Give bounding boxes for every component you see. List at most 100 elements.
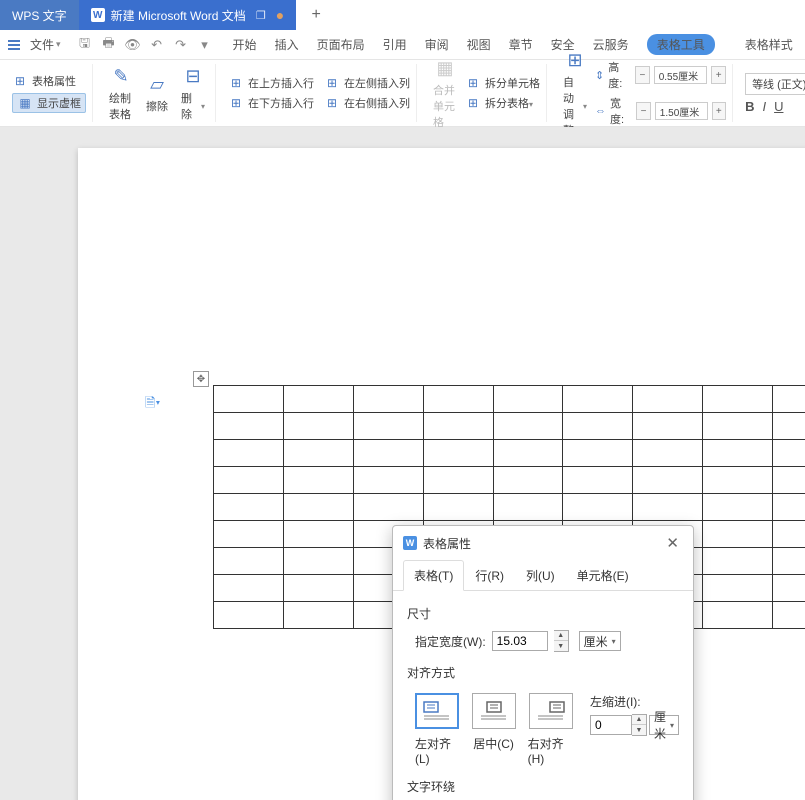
align-left-option[interactable]: 左对齐(L) — [415, 693, 460, 766]
dialog-title-bar[interactable]: W 表格属性 ✕ — [393, 526, 693, 560]
merge-cells-button[interactable]: ▦合并单元格 — [429, 54, 461, 132]
draw-table-button[interactable]: ✎绘制表格 — [105, 62, 137, 124]
table-move-handle[interactable]: ✥ — [193, 371, 209, 387]
insert-col-left-button[interactable]: ⊞在左侧插入列 — [324, 75, 410, 91]
ribbon: ⊞表格属性 ▦显示虚框 ✎绘制表格 ▱擦除 ⊟删除 ⊞在上方插入行 ⊞在左侧插入… — [0, 60, 805, 127]
align-center-icon[interactable] — [472, 693, 516, 729]
menu-insert[interactable]: 插入 — [275, 36, 299, 53]
document-tab-label: 新建 Microsoft Word 文档 — [111, 7, 246, 24]
outline-tag[interactable]: 🗎▾ — [145, 394, 160, 416]
height-value[interactable]: 0.55厘米 — [654, 66, 708, 84]
tab-row[interactable]: 行(R) — [464, 560, 515, 590]
menu-page-layout[interactable]: 页面布局 — [317, 36, 365, 53]
print-icon[interactable]: 🖶 — [101, 37, 117, 53]
redo-icon[interactable]: ↷ — [173, 37, 189, 53]
insert-above-icon: ⊞ — [228, 75, 244, 91]
spin-up-icon[interactable]: ▲ — [554, 631, 568, 641]
show-gridlines-button[interactable]: ▦显示虚框 — [12, 93, 86, 113]
col-width-control: ⇔ 宽度: − 1.50厘米 + — [595, 95, 726, 127]
tab-cell[interactable]: 单元格(E) — [566, 560, 640, 590]
split-table-icon: ⊞ — [465, 95, 481, 111]
split-table-button[interactable]: ⊞拆分表格 — [465, 95, 540, 111]
file-menu[interactable]: 文件 — [26, 34, 65, 55]
spec-width-spinner[interactable]: ▲▼ — [554, 630, 569, 652]
insert-right-icon: ⊞ — [324, 95, 340, 111]
insert-row-below-button[interactable]: ⊞在下方插入行 — [228, 95, 314, 111]
split-cells-button[interactable]: ⊞拆分单元格 — [465, 75, 540, 91]
dialog-body: 尺寸 指定宽度(W): ▲▼ 厘米 对齐方式 左对齐(L) — [393, 591, 693, 800]
undo-icon[interactable]: ↶ — [149, 37, 165, 53]
spec-width-input[interactable] — [492, 631, 548, 651]
spin-up-icon[interactable]: ▲ — [632, 715, 646, 725]
font-selector[interactable]: 等线 (正文) — [745, 73, 805, 95]
table-properties-button[interactable]: ⊞表格属性 — [12, 73, 86, 89]
insert-left-icon: ⊞ — [324, 75, 340, 91]
delete-button[interactable]: ⊟删除 — [177, 62, 209, 124]
align-right-option[interactable]: 右对齐(H) — [528, 693, 574, 766]
italic-button[interactable]: I — [762, 99, 766, 114]
document-tab[interactable]: W 新建 Microsoft Word 文档 ❐ ● — [79, 0, 296, 30]
unsaved-dot-icon: ● — [276, 7, 284, 23]
auto-fit-button[interactable]: ⊞自动调整 — [559, 46, 591, 140]
menu-start[interactable]: 开始 — [233, 36, 257, 53]
width-unit-combo[interactable]: 厘米 — [579, 631, 621, 651]
main-menus: 开始 插入 页面布局 引用 审阅 视图 章节 安全 云服务 表格工具 表格样式 — [233, 34, 793, 55]
height-icon: ⇕ — [595, 69, 604, 82]
indent-spinner[interactable]: ▲▼ — [632, 714, 647, 736]
spec-width-row: 指定宽度(W): ▲▼ 厘米 — [415, 630, 679, 652]
ribbon-group-insert: ⊞在上方插入行 ⊞在左侧插入列 ⊞在下方插入行 ⊞在右侧插入列 — [222, 64, 417, 122]
eraser-button[interactable]: ▱擦除 — [141, 70, 173, 116]
width-plus[interactable]: + — [712, 102, 726, 120]
indent-block: 左缩进(I): ▲▼ 厘米 — [590, 693, 679, 736]
quick-access-toolbar: 🖫 🖶 👁 ↶ ↷ ▾ — [77, 37, 213, 53]
new-tab-button[interactable]: + — [296, 0, 336, 30]
menu-section[interactable]: 章节 — [509, 36, 533, 53]
insert-row-above-button[interactable]: ⊞在上方插入行 — [228, 75, 314, 91]
hamburger-icon[interactable] — [6, 38, 22, 52]
width-minus[interactable]: − — [636, 102, 650, 120]
close-icon[interactable]: ✕ — [662, 534, 683, 552]
menu-review[interactable]: 审阅 — [425, 36, 449, 53]
menu-table-tools[interactable]: 表格工具 — [647, 34, 715, 55]
preview-icon[interactable]: 👁 — [125, 37, 141, 53]
dialog-app-icon: W — [403, 536, 417, 550]
wrap-section-label: 文字环绕 — [407, 778, 679, 795]
height-minus[interactable]: − — [635, 66, 650, 84]
indent-unit-combo[interactable]: 厘米 — [649, 715, 679, 735]
menu-table-style[interactable]: 表格样式 — [745, 36, 793, 53]
height-plus[interactable]: + — [711, 66, 726, 84]
width-value[interactable]: 1.50厘米 — [655, 102, 708, 120]
tab-table[interactable]: 表格(T) — [403, 560, 464, 591]
tab-column[interactable]: 列(U) — [515, 560, 566, 590]
insert-col-right-button[interactable]: ⊞在右侧插入列 — [324, 95, 410, 111]
eraser-icon: ▱ — [145, 72, 169, 96]
spin-down-icon[interactable]: ▼ — [554, 641, 568, 651]
spin-down-icon[interactable]: ▼ — [632, 725, 646, 735]
menu-left-group: 文件 🖫 🖶 👁 ↶ ↷ ▾ — [6, 34, 213, 55]
ribbon-group-autofit: ⊞自动调整 ⇕ 高度: − 0.55厘米 + ⇔ 宽度: − 1.50厘米 + — [553, 64, 733, 122]
bold-button[interactable]: B — [745, 99, 754, 114]
grid-icon: ▦ — [17, 95, 33, 111]
align-right-icon[interactable] — [529, 693, 573, 729]
window-icon: ❐ — [256, 9, 266, 22]
menu-view[interactable]: 视图 — [467, 36, 491, 53]
align-section-label: 对齐方式 — [407, 664, 679, 681]
split-cell-icon: ⊞ — [465, 75, 481, 91]
app-tab[interactable]: WPS 文字 — [0, 0, 79, 30]
row-height-control: ⇕ 高度: − 0.55厘米 + — [595, 59, 726, 91]
indent-input[interactable] — [590, 715, 632, 735]
size-section-label: 尺寸 — [407, 605, 679, 622]
spec-width-label: 指定宽度(W): — [415, 633, 486, 650]
qat-dropdown-icon[interactable]: ▾ — [197, 37, 213, 53]
title-bar: WPS 文字 W 新建 Microsoft Word 文档 ❐ ● + — [0, 0, 805, 30]
menu-cloud[interactable]: 云服务 — [593, 36, 629, 53]
underline-button[interactable]: U — [774, 99, 783, 114]
save-icon[interactable]: 🖫 — [77, 37, 93, 53]
menu-references[interactable]: 引用 — [383, 36, 407, 53]
align-center-option[interactable]: 居中(C) — [472, 693, 516, 752]
ribbon-group-draw: ✎绘制表格 ▱擦除 ⊟删除 — [99, 64, 216, 122]
table-properties-dialog: W 表格属性 ✕ 表格(T) 行(R) 列(U) 单元格(E) 尺寸 指定宽度(… — [392, 525, 694, 800]
insert-below-icon: ⊞ — [228, 95, 244, 111]
ribbon-group-font: 等线 (正文) B I U — [739, 64, 805, 122]
align-left-icon[interactable] — [415, 693, 459, 729]
